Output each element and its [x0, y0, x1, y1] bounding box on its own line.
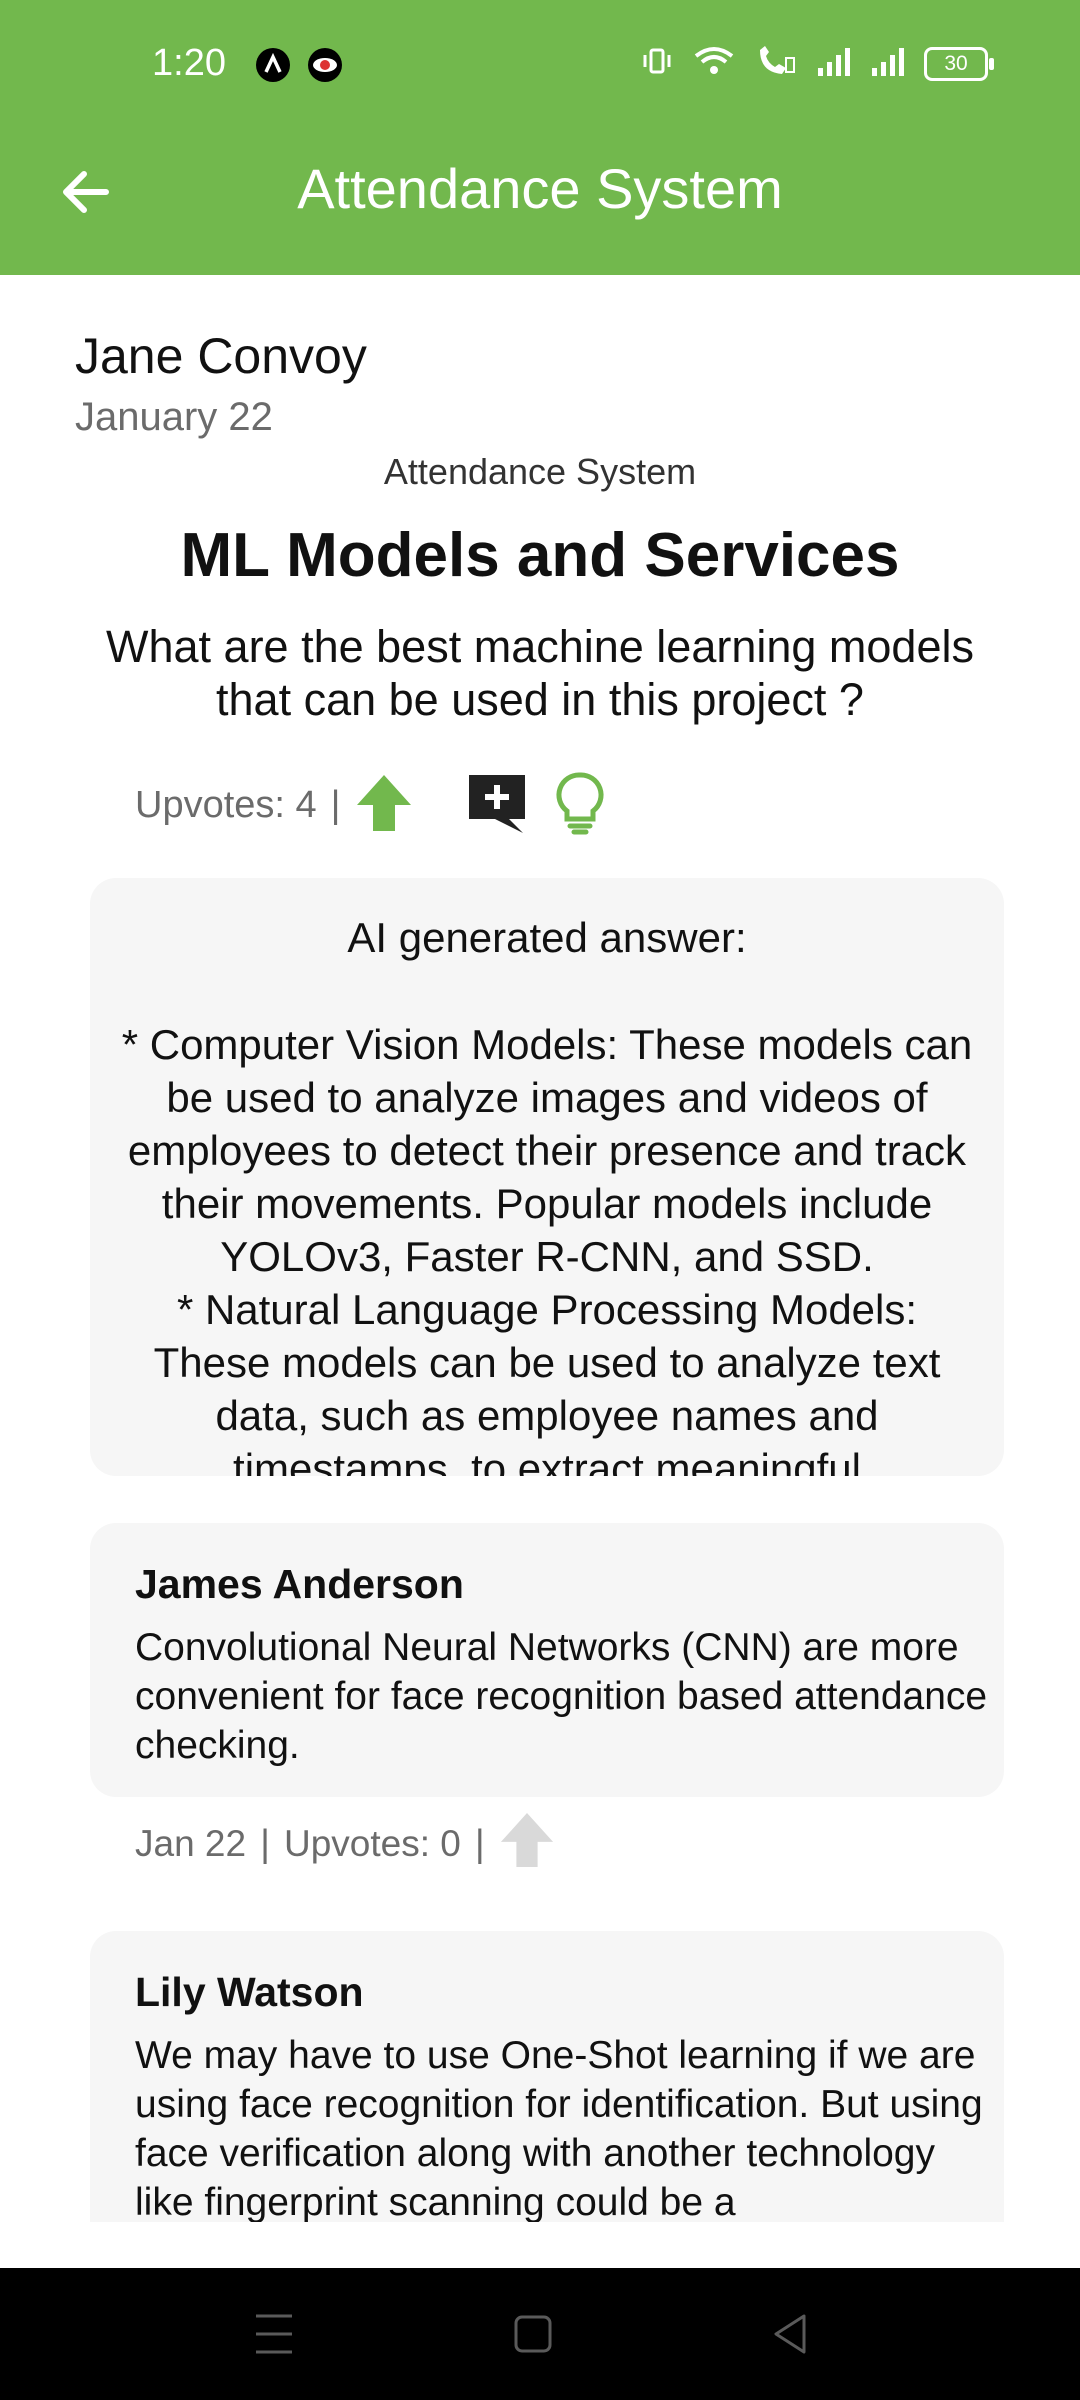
question-title: ML Models and Services: [180, 521, 900, 590]
answer-meta: Jan 22 | Upvotes: 0 |: [135, 1812, 555, 1873]
post-date: January 22: [75, 395, 273, 439]
answer-upvote-button[interactable]: [499, 1811, 555, 1878]
answer-text: Convolutional Neural Networks (CNN) are …: [135, 1626, 988, 1767]
separator: |: [260, 1822, 270, 1865]
ai-answer-text: * Computer Vision Models: These models c…: [121, 1021, 973, 1476]
status-time: 1:20: [152, 42, 226, 84]
home-square-icon[interactable]: [513, 2310, 553, 2363]
ai-answer-heading: AI generated answer:: [347, 914, 747, 961]
status-bar: 1:20 30: [0, 0, 1080, 136]
menu-icon[interactable]: [254, 2310, 294, 2363]
page-title: Attendance System: [297, 157, 783, 220]
post-category: Attendance System: [383, 451, 697, 492]
answer-date: Jan 22: [135, 1823, 247, 1864]
arrow-up-icon: [499, 1812, 555, 1877]
question-text: What are the best machine learning model…: [106, 621, 974, 725]
vibrate-icon: [640, 44, 674, 83]
answer-card: Lily Watson We may have to use One-Shot …: [90, 1931, 1004, 2222]
battery-indicator: 30: [924, 46, 994, 81]
post-actions: Upvotes: 4 |: [135, 771, 605, 840]
system-nav-bar: [0, 2268, 1080, 2400]
add-comment-button[interactable]: [465, 771, 529, 840]
eye-icon: [307, 48, 343, 87]
app-bar: 1:20 30 Attendance System: [0, 0, 1080, 275]
upvote-button[interactable]: [355, 773, 413, 838]
answer-author: Lily Watson: [135, 1969, 364, 2015]
separator: |: [330, 783, 341, 826]
signal-icon: [870, 46, 906, 81]
separator: |: [474, 1822, 485, 1865]
lightbulb-icon: [555, 771, 605, 839]
answer-upvote-count: Upvotes: 0: [283, 1823, 461, 1864]
ai-idea-button[interactable]: [555, 771, 605, 840]
back-triangle-icon[interactable]: [770, 2310, 810, 2363]
answer-text: We may have to use One-Shot learning if …: [135, 2034, 983, 2222]
arrow-up-icon: [355, 774, 413, 837]
answer-card: James Anderson Convolutional Neural Netw…: [90, 1523, 1004, 1797]
upvote-count: Upvotes: 4: [135, 783, 317, 826]
post-author: Jane Convoy: [75, 328, 367, 384]
app-icon-a: [256, 48, 290, 87]
ai-answer-card[interactable]: AI generated answer: * Computer Vision M…: [90, 878, 1004, 1476]
add-comment-icon: [465, 774, 529, 839]
answer-author: James Anderson: [135, 1561, 464, 1607]
signal-icon: [816, 46, 852, 81]
status-icons: 30: [640, 44, 994, 83]
wifi-call-icon: [754, 44, 798, 83]
wifi-icon: [692, 44, 736, 83]
